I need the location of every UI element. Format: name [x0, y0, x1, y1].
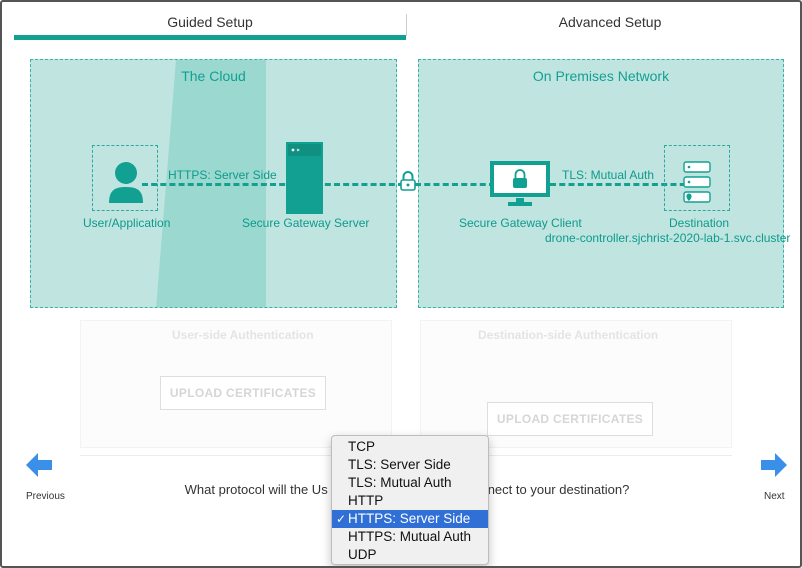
- protocol-option-https-server-side[interactable]: ✓ HTTPS: Server Side: [332, 510, 488, 528]
- previous-label[interactable]: Previous: [26, 491, 65, 502]
- database-stack-icon: [683, 161, 711, 203]
- protocol-option-tls-mutual-auth[interactable]: TLS: Mutual Auth: [332, 474, 488, 492]
- tab-divider: [406, 14, 407, 36]
- user-application-label: User/Application: [83, 216, 171, 230]
- destination-label: Destination: [669, 216, 730, 230]
- upload-certificates-button-user[interactable]: UPLOAD CERTIFICATES: [160, 376, 326, 410]
- previous-arrow-icon[interactable]: [26, 453, 52, 477]
- protocol-option-udp[interactable]: UDP: [332, 546, 488, 564]
- protocol-dropdown-menu[interactable]: TCP TLS: Server Side TLS: Mutual Auth HT…: [331, 435, 489, 565]
- user-icon: [109, 162, 143, 203]
- tab-guided-setup[interactable]: Guided Setup: [14, 14, 406, 36]
- protocol-question-end: nect to your destination?: [487, 482, 630, 497]
- lock-icon: [400, 171, 416, 191]
- protocol-option-https-server-side-label: HTTPS: Server Side: [348, 511, 471, 526]
- active-tab-indicator: [14, 35, 406, 40]
- setup-window: Guided Setup Advanced Setup The Cloud On…: [0, 0, 802, 568]
- cloud-panel-title: The Cloud: [181, 68, 246, 84]
- premises-link-label: TLS: Mutual Auth: [562, 168, 655, 182]
- protocol-option-http[interactable]: HTTP: [332, 492, 488, 510]
- on-premises-panel-title: On Premises Network: [532, 68, 670, 84]
- gateway-server-label: Secure Gateway Server: [242, 216, 370, 230]
- next-label[interactable]: Next: [764, 491, 785, 502]
- tab-advanced-setup[interactable]: Advanced Setup: [412, 14, 800, 36]
- protocol-option-https-mutual-auth[interactable]: HTTPS: Mutual Auth: [332, 528, 488, 546]
- gateway-client-label: Secure Gateway Client: [459, 216, 582, 230]
- user-auth-heading: User-side Authentication: [172, 328, 314, 342]
- destination-hostname: drone-controller.sjchrist-2020-lab-1.svc…: [545, 231, 791, 245]
- checkmark-icon: ✓: [336, 512, 347, 526]
- protocol-option-tls-server-side[interactable]: TLS: Server Side: [332, 456, 488, 474]
- protocol-question-start: What protocol will the Us: [184, 482, 328, 497]
- server-icon: [286, 142, 323, 214]
- destination-auth-heading: Destination-side Authentication: [478, 328, 659, 342]
- tunnel-connection-line: [415, 183, 495, 186]
- protocol-option-tcp[interactable]: TCP: [332, 438, 488, 456]
- monitor-icon: [490, 161, 550, 206]
- cloud-link-label: HTTPS: Server Side: [168, 168, 277, 182]
- cloud-connection-line: [142, 183, 404, 186]
- next-arrow-icon[interactable]: [761, 453, 787, 477]
- upload-certificates-button-destination[interactable]: UPLOAD CERTIFICATES: [487, 402, 653, 436]
